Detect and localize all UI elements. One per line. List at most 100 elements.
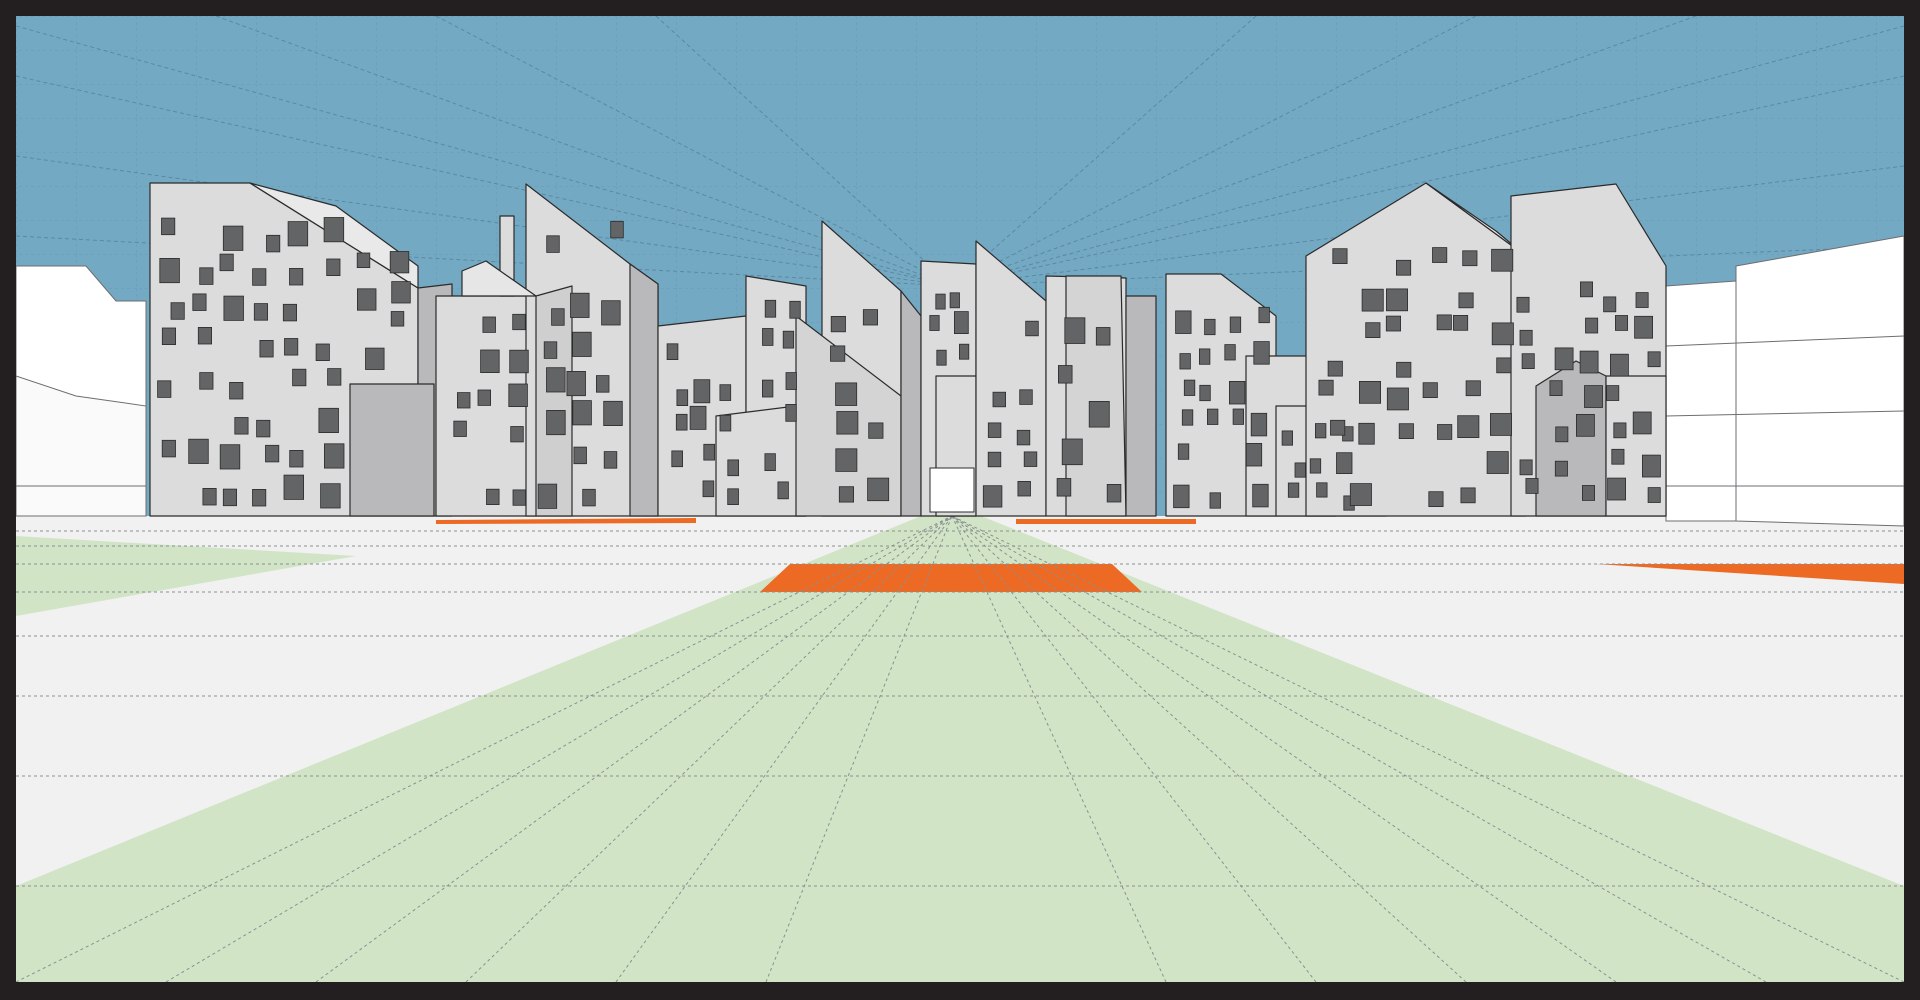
window (222, 488, 238, 507)
window (1460, 487, 1476, 504)
window (282, 303, 297, 322)
window (727, 488, 739, 505)
window (1017, 480, 1031, 497)
window (693, 379, 711, 404)
window (197, 326, 213, 345)
window (1549, 380, 1563, 397)
window (327, 368, 342, 386)
window (546, 367, 566, 393)
window (289, 449, 304, 468)
window (1579, 350, 1599, 374)
window (157, 380, 172, 398)
window (229, 381, 244, 400)
window (867, 477, 890, 502)
window (689, 405, 707, 430)
window (365, 347, 385, 370)
window (992, 391, 1007, 408)
window (1611, 448, 1625, 465)
window (1019, 389, 1033, 405)
central-passage-opening (929, 467, 975, 513)
window (222, 225, 244, 251)
window (223, 295, 244, 321)
building-block (900, 290, 922, 517)
window (1252, 483, 1269, 508)
window (1349, 483, 1372, 506)
window (762, 328, 774, 346)
window (1465, 380, 1481, 397)
window (868, 422, 884, 439)
window (1436, 314, 1452, 331)
window (596, 375, 610, 393)
window (219, 253, 234, 272)
window (219, 444, 241, 470)
window (762, 379, 774, 398)
window (1554, 460, 1568, 477)
picture-frame (0, 0, 1920, 1000)
window (1554, 347, 1574, 371)
window (1253, 341, 1270, 365)
window (1025, 320, 1039, 337)
window (1199, 384, 1211, 402)
window (835, 448, 858, 472)
window (1245, 442, 1263, 467)
window (509, 349, 529, 374)
orange-paving-far-right (1016, 519, 1196, 524)
window (1496, 357, 1512, 374)
window (1603, 296, 1617, 313)
window (719, 414, 732, 432)
window (543, 341, 558, 359)
window (1458, 292, 1474, 309)
window (482, 316, 496, 333)
window (323, 217, 345, 243)
window (719, 384, 732, 401)
window (830, 345, 846, 362)
building-block (1125, 295, 1157, 517)
window (1632, 411, 1652, 435)
window (1610, 353, 1629, 377)
window (1294, 462, 1306, 478)
window (326, 258, 341, 277)
window (959, 343, 970, 360)
window (1064, 317, 1086, 344)
window (935, 293, 946, 310)
window (202, 487, 217, 506)
window (1250, 412, 1268, 437)
window (480, 349, 500, 374)
window (1016, 429, 1031, 446)
window (1359, 380, 1382, 404)
window (234, 417, 249, 435)
window (572, 400, 592, 426)
window (1106, 483, 1122, 503)
window (610, 220, 624, 239)
window (256, 419, 271, 438)
window (1422, 382, 1438, 399)
window (318, 407, 339, 433)
window (838, 486, 854, 503)
window (1365, 322, 1381, 339)
window (1396, 259, 1412, 276)
window (252, 268, 267, 286)
window (929, 315, 940, 331)
window (1179, 353, 1191, 370)
window (570, 292, 590, 318)
window (510, 426, 524, 443)
window (1385, 315, 1402, 332)
window (170, 302, 185, 320)
window (954, 311, 969, 335)
window (936, 349, 947, 366)
window (546, 235, 560, 253)
window (1462, 250, 1478, 267)
window (785, 403, 797, 422)
window (389, 251, 410, 274)
window (582, 488, 596, 507)
window (1642, 454, 1661, 478)
window (1437, 424, 1453, 440)
window (188, 438, 209, 464)
window (259, 339, 274, 358)
window (1204, 318, 1216, 336)
window (453, 420, 467, 437)
window (1453, 314, 1469, 331)
window (835, 382, 858, 406)
window (323, 443, 345, 469)
window (253, 303, 269, 321)
